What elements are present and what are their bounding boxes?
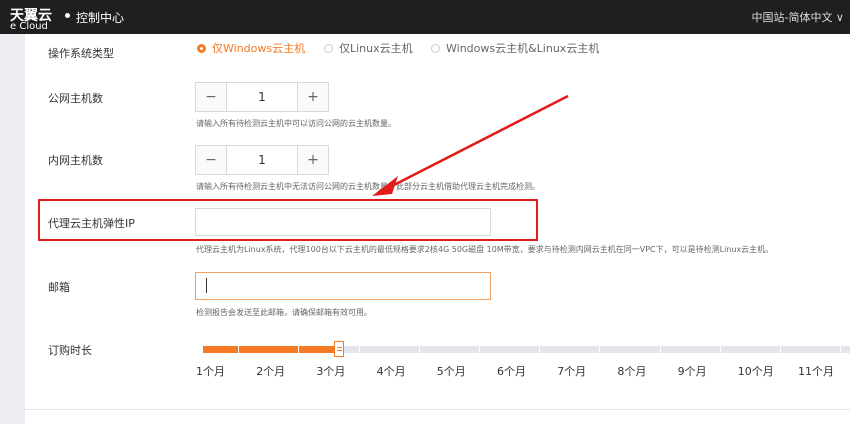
annotation-arrow-icon [372, 94, 569, 196]
